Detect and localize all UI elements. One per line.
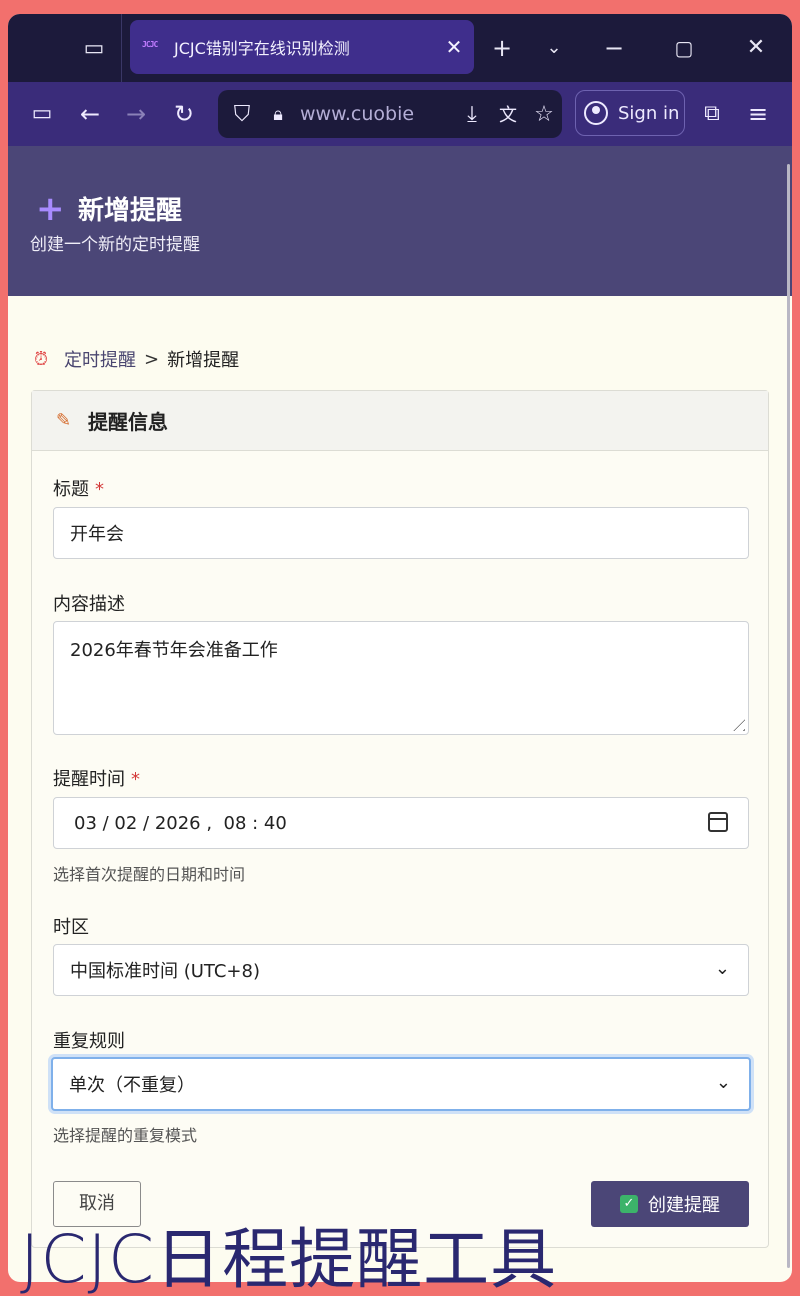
new-tab-icon[interactable]: +	[482, 28, 522, 68]
description-label: 内容描述	[53, 594, 125, 615]
time-hint: 选择首次提醒的日期和时间	[53, 865, 246, 884]
lock-icon[interactable]: 🔒︎	[260, 104, 296, 125]
chevron-down-icon[interactable]: ⌄	[715, 958, 730, 979]
description-textarea[interactable]: 2026年春节年会准备工作	[53, 621, 749, 735]
timezone-value[interactable]: 中国标准时间 (UTC+8)	[70, 957, 260, 983]
card-title: 提醒信息	[88, 410, 168, 434]
reload-icon[interactable]: ↻	[164, 94, 204, 134]
create-button-label: 创建提醒	[648, 1195, 720, 1216]
favicon-icon: JCJC	[142, 40, 158, 49]
datetime-input[interactable]: 03 / 02 / 2026 , 08 : 40	[53, 797, 749, 849]
url-text[interactable]: www.cuobie	[300, 103, 454, 125]
tab-strip: ▭ JCJC JCJC错别字在线识别检测 ✕ + ⌄ − ▢ ✕	[8, 14, 792, 82]
repeat-label: 重复规则	[53, 1031, 125, 1052]
chevron-down-icon[interactable]: ⌄	[716, 1072, 731, 1093]
breadcrumb: ⏰︎ 定时提醒 > 新增提醒	[34, 346, 239, 372]
tab-divider	[121, 14, 122, 82]
translate-icon[interactable]: 文	[490, 101, 526, 127]
bookmark-star-icon[interactable]: ☆	[526, 102, 562, 127]
tab-title: JCJC错别字在线识别检测	[174, 39, 350, 58]
active-tab[interactable]: JCJC JCJC错别字在线识别检测 ✕	[130, 20, 474, 74]
repeat-value[interactable]: 单次（不重复）	[69, 1071, 195, 1097]
download-icon[interactable]: ⤓	[454, 102, 490, 127]
repeat-select[interactable]: 单次（不重复） ⌄	[51, 1057, 751, 1111]
check-icon: ✓	[620, 1195, 638, 1213]
required-mark: *	[95, 479, 104, 500]
datetime-value[interactable]: 03 / 02 / 2026 , 08 : 40	[74, 813, 287, 834]
sidebar-icon[interactable]: ▭	[22, 94, 62, 134]
page-header: + 新增提醒 创建一个新的定时提醒	[8, 146, 792, 296]
tab-list-chevron-icon[interactable]: ⌄	[534, 28, 574, 68]
timezone-label: 时区	[53, 917, 89, 938]
forward-arrow-icon[interactable]: →	[116, 94, 156, 134]
page-title-row: + 新增提醒	[36, 190, 182, 227]
resize-grip-icon[interactable]	[727, 713, 745, 731]
timezone-select[interactable]: 中国标准时间 (UTC+8) ⌄	[53, 944, 749, 996]
plus-icon: +	[36, 188, 65, 229]
close-window-icon[interactable]: ✕	[736, 28, 776, 68]
calendar-icon[interactable]	[708, 812, 728, 832]
title-input[interactable]: 开年会	[53, 507, 749, 559]
sign-in-label: Sign in	[618, 102, 680, 124]
account-icon	[584, 101, 608, 125]
repeat-hint: 选择提醒的重复模式	[53, 1126, 198, 1145]
breadcrumb-current: 新增提醒	[167, 350, 240, 371]
tab-close-icon[interactable]: ✕	[434, 35, 474, 59]
sign-in-button[interactable]: Sign in	[575, 90, 685, 136]
tab-overview-icon[interactable]: ▭	[76, 32, 112, 66]
title-label: 标题 *	[53, 475, 104, 501]
back-arrow-icon[interactable]: ←	[70, 94, 110, 134]
description-value[interactable]: 2026年春节年会准备工作	[70, 636, 278, 662]
page-scrollbar[interactable]	[787, 164, 790, 1268]
time-label: 提醒时间 *	[53, 765, 140, 791]
menu-icon[interactable]: ≡	[738, 94, 778, 134]
browser-window: ▭ JCJC JCJC错别字在线识别检测 ✕ + ⌄ − ▢ ✕ ▭ ← → ↻…	[8, 14, 792, 1282]
memo-icon: ✎	[56, 410, 72, 431]
maximize-icon[interactable]: ▢	[664, 28, 704, 68]
breadcrumb-link-reminders[interactable]: 定时提醒	[64, 346, 136, 372]
watermark-text: JCJC日程提醒工具	[20, 1221, 558, 1296]
required-mark: *	[131, 769, 140, 790]
title-label-text: 标题	[53, 479, 89, 500]
create-reminder-button[interactable]: ✓ 创建提醒	[591, 1181, 749, 1227]
alarm-clock-icon: ⏰︎	[34, 348, 49, 370]
minimize-icon[interactable]: −	[594, 28, 634, 68]
time-label-text: 提醒时间	[53, 769, 125, 790]
shield-icon[interactable]: ⛉	[224, 102, 260, 127]
reminder-form-card: ✎ 提醒信息 标题 * 开年会 内容描述 2026年春节年会准备工作 提醒时间 * …	[31, 390, 769, 1248]
url-bar[interactable]: ⛉ 🔒︎ www.cuobie ⤓ 文 ☆	[218, 90, 562, 138]
card-header: ✎ 提醒信息	[32, 391, 768, 451]
page-title: 新增提醒	[78, 196, 183, 226]
extensions-icon[interactable]: ⧉	[692, 94, 732, 134]
breadcrumb-separator: >	[144, 348, 160, 370]
nav-bar: ▭ ← → ↻ ⛉ 🔒︎ www.cuobie ⤓ 文 ☆ Sign in ⧉ …	[8, 82, 792, 146]
title-input-value[interactable]: 开年会	[70, 520, 124, 546]
page-subtitle: 创建一个新的定时提醒	[30, 235, 200, 255]
